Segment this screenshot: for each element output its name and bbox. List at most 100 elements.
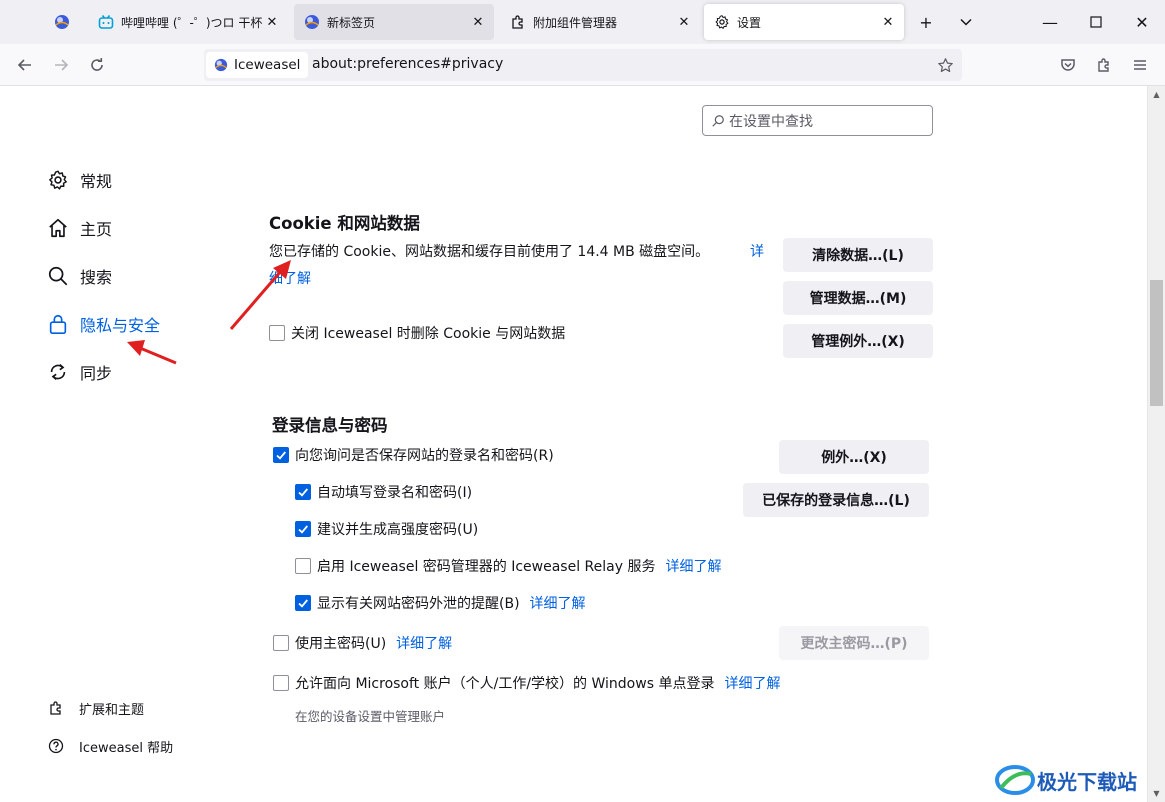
- checkbox-label: 建议并生成高强度密码(U): [317, 522, 479, 538]
- tab-title: 附加组件管理器: [533, 15, 618, 30]
- tab-bilibili[interactable]: 哔哩哔哩 (゜-゜)つロ 干杯~ ✕: [88, 4, 288, 40]
- close-window-button[interactable]: ✕: [1130, 10, 1154, 34]
- search-icon: [712, 114, 724, 127]
- puzzle-icon: [48, 700, 64, 716]
- checkbox-label: 显示有关网站密码外泄的提醒(B): [317, 596, 520, 612]
- new-tab-button[interactable]: +: [914, 10, 938, 34]
- annotation-arrows: [127, 260, 291, 365]
- category-home[interactable]: 主页: [46, 214, 112, 242]
- category-label: 主页: [80, 220, 113, 239]
- reload-icon: [91, 58, 103, 71]
- scrollbar-thumb[interactable]: [1150, 280, 1163, 406]
- close-icon[interactable]: ✕: [674, 12, 694, 32]
- url-bar[interactable]: Iceweasel about:preferences#privacy: [204, 49, 962, 81]
- category-label: 同步: [80, 364, 113, 383]
- forward-button[interactable]: [48, 52, 74, 78]
- gear-icon: [714, 14, 730, 30]
- breach-alerts-checkbox[interactable]: [295, 595, 311, 611]
- pocket-button[interactable]: [1055, 52, 1081, 78]
- category-privacy[interactable]: 隐私与安全: [46, 310, 160, 338]
- chevron-down-icon: [960, 18, 972, 26]
- search-placeholder: 在设置中查找: [729, 113, 813, 130]
- page-scrollbar[interactable]: ▲ ▼: [1147, 86, 1165, 802]
- saved-logins-button[interactable]: 已保存的登录信息…(L): [743, 483, 929, 517]
- home-icon: [46, 216, 70, 240]
- search-icon: [46, 264, 70, 288]
- windows-sso-row[interactable]: 允许面向 Microsoft 账户（个人/工作/学校）的 Windows 单点登…: [273, 673, 780, 693]
- back-arrow-icon: [17, 59, 31, 71]
- windows-sso-checkbox[interactable]: [273, 675, 289, 691]
- category-general[interactable]: 常规: [46, 166, 112, 194]
- back-button[interactable]: [12, 52, 38, 78]
- url-text[interactable]: about:preferences#privacy: [312, 56, 503, 72]
- extensions-themes-link[interactable]: 扩展和主题: [48, 698, 144, 718]
- list-all-tabs-button[interactable]: [954, 10, 978, 34]
- category-label: 隐私与安全: [80, 316, 161, 335]
- breach-alerts-row[interactable]: 显示有关网站密码外泄的提醒(B) 详细了解: [295, 593, 586, 613]
- close-icon[interactable]: ✕: [468, 12, 488, 32]
- relay-learn-more-link[interactable]: 详细了解: [665, 556, 721, 576]
- manage-data-button[interactable]: 管理数据…(M): [783, 281, 933, 315]
- minimize-button[interactable]: —: [1038, 10, 1062, 34]
- category-label: 搜索: [80, 268, 113, 287]
- close-icon[interactable]: ✕: [878, 12, 898, 32]
- watermark-text: 极光下载站: [1037, 769, 1137, 794]
- watermark-logo-icon: [995, 765, 1035, 795]
- primary-password-row[interactable]: 使用主密码(U) 详细了解: [273, 633, 452, 653]
- category-search[interactable]: 搜索: [46, 262, 112, 290]
- primary-password-checkbox[interactable]: [273, 635, 289, 651]
- footer-link-label: 扩展和主题: [79, 702, 145, 718]
- tab-pinned[interactable]: [44, 4, 80, 40]
- scroll-down-arrow-icon[interactable]: ▼: [1148, 785, 1165, 802]
- iceweasel-globe-icon: [214, 58, 228, 72]
- relay-row[interactable]: 启用 Iceweasel 密码管理器的 Iceweasel Relay 服务 详…: [295, 556, 721, 576]
- primary-password-learn-more-link[interactable]: 详细了解: [396, 633, 452, 653]
- change-primary-password-button[interactable]: 更改主密码…(P): [779, 626, 929, 660]
- puzzle-icon: [510, 14, 526, 30]
- windows-sso-description: 在您的设备设置中管理账户: [295, 709, 446, 724]
- autofill-checkbox[interactable]: [295, 484, 311, 500]
- help-link[interactable]: Iceweasel 帮助: [48, 736, 173, 756]
- close-icon[interactable]: ✕: [262, 12, 282, 32]
- ask-to-save-row[interactable]: 向您询问是否保存网站的登录名和密码(R): [273, 445, 554, 465]
- sync-icon: [46, 360, 70, 384]
- extensions-button[interactable]: [1091, 52, 1117, 78]
- tab-addons[interactable]: 附加组件管理器 ✕: [500, 4, 700, 40]
- cookies-learn-more-link-continued[interactable]: 细了解: [269, 268, 311, 288]
- category-label: 常规: [80, 172, 113, 191]
- checkbox-label: 使用主密码(U): [295, 636, 387, 652]
- checkmark-icon: [298, 599, 308, 608]
- tab-new-tab[interactable]: 新标签页 ✕: [294, 4, 494, 40]
- autofill-row[interactable]: 自动填写登录名和密码(I): [295, 482, 472, 502]
- checkbox-label: 启用 Iceweasel 密码管理器的 Iceweasel Relay 服务: [317, 559, 656, 575]
- suggest-strong-checkbox[interactable]: [295, 521, 311, 537]
- bookmark-star-button[interactable]: [934, 54, 956, 76]
- delete-on-close-checkbox[interactable]: [269, 325, 285, 341]
- clear-data-button[interactable]: 清除数据…(L): [783, 238, 933, 272]
- cookies-usage-text: 您已存储的 Cookie、网站数据和缓存目前使用了 14.4 MB 磁盘空间。: [269, 244, 710, 260]
- scroll-up-arrow-icon[interactable]: ▲: [1148, 86, 1165, 103]
- relay-checkbox[interactable]: [295, 558, 311, 574]
- site-watermark: 极光下载站: [993, 762, 1137, 798]
- breach-learn-more-link[interactable]: 详细了解: [530, 593, 586, 613]
- lock-icon: [46, 312, 70, 336]
- ask-to-save-checkbox[interactable]: [273, 447, 289, 463]
- pocket-icon: [1061, 59, 1075, 71]
- star-icon: [937, 57, 953, 72]
- delete-on-close-row[interactable]: 关闭 Iceweasel 时删除 Cookie 与网站数据: [269, 323, 565, 343]
- suggest-strong-row[interactable]: 建议并生成高强度密码(U): [295, 519, 478, 539]
- app-menu-button[interactable]: [1127, 52, 1153, 78]
- manage-exceptions-button[interactable]: 管理例外…(X): [783, 324, 933, 358]
- windows-sso-learn-more-link[interactable]: 详细了解: [724, 673, 780, 693]
- identity-box[interactable]: Iceweasel: [206, 52, 309, 78]
- maximize-button[interactable]: [1084, 10, 1108, 34]
- tab-settings[interactable]: 设置 ✕: [704, 4, 904, 40]
- logins-exceptions-button[interactable]: 例外…(X): [779, 440, 929, 474]
- category-sync[interactable]: 同步: [46, 358, 112, 386]
- puzzle-icon: [1098, 58, 1109, 72]
- checkbox-label: 自动填写登录名和密码(I): [317, 485, 473, 501]
- reload-button[interactable]: [84, 52, 110, 78]
- cookies-learn-more-link[interactable]: 详: [750, 241, 764, 261]
- settings-search-input[interactable]: 在设置中查找: [702, 105, 933, 136]
- annotation-arrow-privacy: [127, 340, 177, 365]
